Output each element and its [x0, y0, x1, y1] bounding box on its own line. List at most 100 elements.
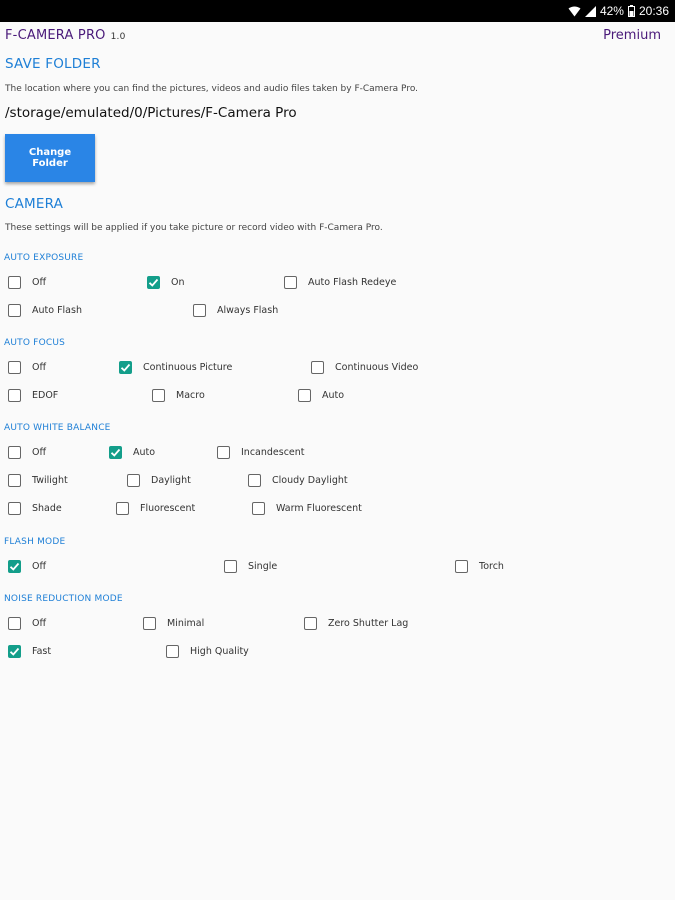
change-folder-button[interactable]: Change Folder — [5, 134, 95, 182]
checkbox-icon — [8, 474, 21, 487]
flash-torch-checkbox[interactable]: Torch — [455, 560, 504, 573]
checkbox-label: Torch — [479, 561, 504, 572]
checkbox-label: Auto — [133, 447, 156, 458]
camera-description: These settings will be applied if you ta… — [5, 223, 383, 233]
checkbox-label: Warm Fluorescent — [276, 503, 362, 514]
checkbox-icon — [8, 389, 21, 402]
checkbox-checked-icon — [8, 645, 21, 658]
auto-focus-continuous-video-checkbox[interactable]: Continuous Video — [311, 361, 418, 374]
status-bar: 42% 20:36 — [0, 0, 675, 22]
checkbox-label: Auto Flash — [32, 305, 82, 316]
checkbox-icon — [8, 446, 21, 459]
auto-focus-edof-checkbox[interactable]: EDOF — [8, 389, 58, 402]
app-title: F-CAMERA PRO 1.0 — [5, 28, 126, 43]
clock: 20:36 — [638, 4, 669, 18]
flash-off-checkbox[interactable]: Off — [8, 560, 46, 573]
auto-focus-continuous-picture-checkbox[interactable]: Continuous Picture — [119, 361, 232, 374]
save-folder-description: The location where you can find the pict… — [5, 84, 419, 94]
auto-focus-macro-checkbox[interactable]: Macro — [152, 389, 205, 402]
auto-focus-auto-checkbox[interactable]: Auto — [298, 389, 344, 402]
app-name: F-CAMERA PRO — [5, 28, 106, 43]
noise-reduction-title: NOISE REDUCTION MODE — [4, 594, 123, 604]
signal-icon — [584, 5, 596, 17]
checkbox-label: Always Flash — [217, 305, 279, 316]
awb-off-checkbox[interactable]: Off — [8, 446, 46, 459]
checkbox-label: Minimal — [167, 618, 205, 629]
checkbox-label: Shade — [32, 503, 62, 514]
nr-high-quality-checkbox[interactable]: High Quality — [166, 645, 249, 658]
checkbox-label: Continuous Picture — [143, 362, 233, 373]
checkbox-label: Macro — [176, 390, 205, 401]
auto-exposure-off-checkbox[interactable]: Off — [8, 276, 46, 289]
flash-mode-title: FLASH MODE — [4, 537, 66, 547]
checkbox-checked-icon — [8, 560, 21, 573]
checkbox-label: Single — [248, 561, 278, 572]
checkbox-icon — [193, 304, 206, 317]
premium-link[interactable]: Premium — [603, 28, 661, 43]
checkbox-checked-icon — [119, 361, 132, 374]
checkbox-icon — [284, 276, 297, 289]
auto-exposure-auto-flash-checkbox[interactable]: Auto Flash — [8, 304, 82, 317]
checkbox-label: Off — [32, 447, 47, 458]
checkbox-label: Auto — [322, 390, 345, 401]
awb-auto-checkbox[interactable]: Auto — [109, 446, 155, 459]
auto-exposure-redeye-checkbox[interactable]: Auto Flash Redeye — [284, 276, 396, 289]
save-folder-title: SAVE FOLDER — [5, 56, 101, 72]
checkbox-label: Cloudy Daylight — [272, 475, 348, 486]
camera-title: CAMERA — [5, 196, 64, 212]
checkbox-icon — [143, 617, 156, 630]
checkbox-label: Fast — [32, 646, 52, 657]
flash-single-checkbox[interactable]: Single — [224, 560, 277, 573]
auto-white-balance-title: AUTO WHITE BALANCE — [4, 423, 111, 433]
awb-fluorescent-checkbox[interactable]: Fluorescent — [116, 502, 195, 515]
battery-icon — [627, 5, 635, 17]
checkbox-icon — [127, 474, 140, 487]
auto-exposure-title: AUTO EXPOSURE — [4, 253, 84, 263]
awb-cloudy-daylight-checkbox[interactable]: Cloudy Daylight — [248, 474, 348, 487]
checkbox-icon — [8, 502, 21, 515]
battery-percent: 42% — [599, 4, 624, 18]
checkbox-icon — [298, 389, 311, 402]
awb-incandescent-checkbox[interactable]: Incandescent — [217, 446, 305, 459]
checkbox-label: Incandescent — [241, 447, 305, 458]
nr-minimal-checkbox[interactable]: Minimal — [143, 617, 204, 630]
nr-zero-shutter-lag-checkbox[interactable]: Zero Shutter Lag — [304, 617, 408, 630]
checkbox-label: Fluorescent — [140, 503, 196, 514]
nr-off-checkbox[interactable]: Off — [8, 617, 46, 630]
checkbox-label: Zero Shutter Lag — [328, 618, 409, 629]
checkbox-icon — [166, 645, 179, 658]
checkbox-label: Off — [32, 618, 47, 629]
awb-shade-checkbox[interactable]: Shade — [8, 502, 62, 515]
checkbox-label: Daylight — [151, 475, 191, 486]
checkbox-icon — [8, 617, 21, 630]
awb-twilight-checkbox[interactable]: Twilight — [8, 474, 68, 487]
checkbox-label: Off — [32, 362, 47, 373]
auto-exposure-always-flash-checkbox[interactable]: Always Flash — [193, 304, 278, 317]
checkbox-label: EDOF — [32, 390, 59, 401]
checkbox-icon — [8, 361, 21, 374]
checkbox-icon — [248, 474, 261, 487]
nr-fast-checkbox[interactable]: Fast — [8, 645, 51, 658]
checkbox-checked-icon — [147, 276, 160, 289]
checkbox-icon — [217, 446, 230, 459]
app-version: 1.0 — [110, 32, 126, 42]
checkbox-icon — [8, 304, 21, 317]
wifi-icon — [568, 6, 581, 17]
auto-exposure-on-checkbox[interactable]: On — [147, 276, 185, 289]
awb-daylight-checkbox[interactable]: Daylight — [127, 474, 191, 487]
checkbox-icon — [311, 361, 324, 374]
checkbox-icon — [224, 560, 237, 573]
awb-warm-fluorescent-checkbox[interactable]: Warm Fluorescent — [252, 502, 362, 515]
auto-focus-title: AUTO FOCUS — [4, 338, 66, 348]
checkbox-label: Continuous Video — [335, 362, 419, 373]
checkbox-label: On — [171, 277, 185, 288]
checkbox-label: Auto Flash Redeye — [308, 277, 397, 288]
save-folder-path: /storage/emulated/0/Pictures/F-Camera Pr… — [5, 105, 297, 121]
auto-focus-off-checkbox[interactable]: Off — [8, 361, 46, 374]
checkbox-icon — [116, 502, 129, 515]
checkbox-icon — [304, 617, 317, 630]
checkbox-label: High Quality — [190, 646, 249, 657]
checkbox-icon — [152, 389, 165, 402]
checkbox-label: Twilight — [32, 475, 68, 486]
checkbox-icon — [252, 502, 265, 515]
